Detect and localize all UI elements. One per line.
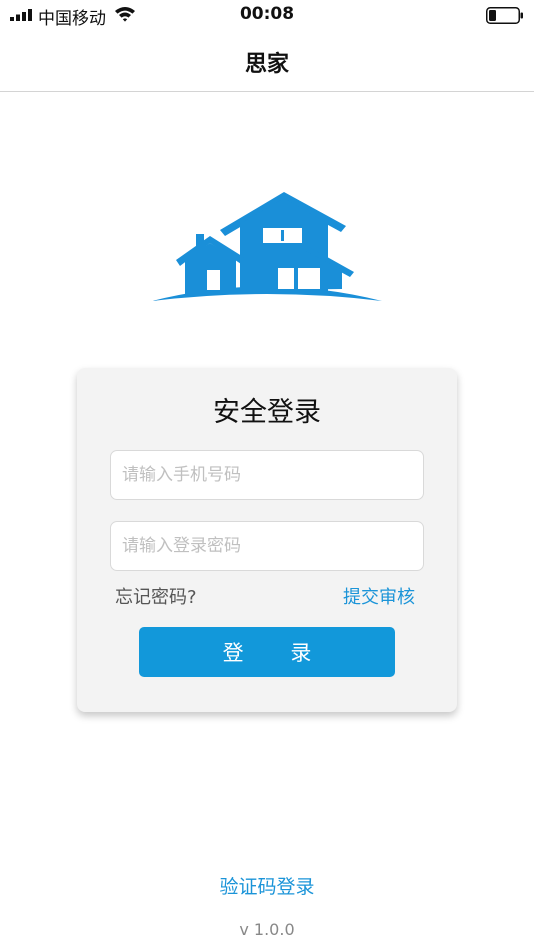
login-button[interactable]: 登 录 [139,627,395,677]
login-card-title: 安全登录 [213,397,321,428]
app-version: v 1.0.0 [239,920,295,939]
verification-code-login-link[interactable]: 验证码登录 [0,872,534,899]
login-card: 安全登录 忘记密码? 提交审核 登 录 [77,368,457,712]
nav-bar: 思家 [0,30,534,92]
forgot-password-link[interactable]: 忘记密码? [115,583,197,609]
battery-icon [486,7,523,24]
submit-review-link[interactable]: 提交审核 [343,583,415,609]
status-time: 00:08 [239,4,295,24]
status-bar: 中国移动 00:08 [0,0,534,30]
password-input[interactable] [110,521,424,571]
phone-number-input[interactable] [110,450,424,500]
page-title: 思家 [244,52,289,77]
house-icon [152,192,382,301]
